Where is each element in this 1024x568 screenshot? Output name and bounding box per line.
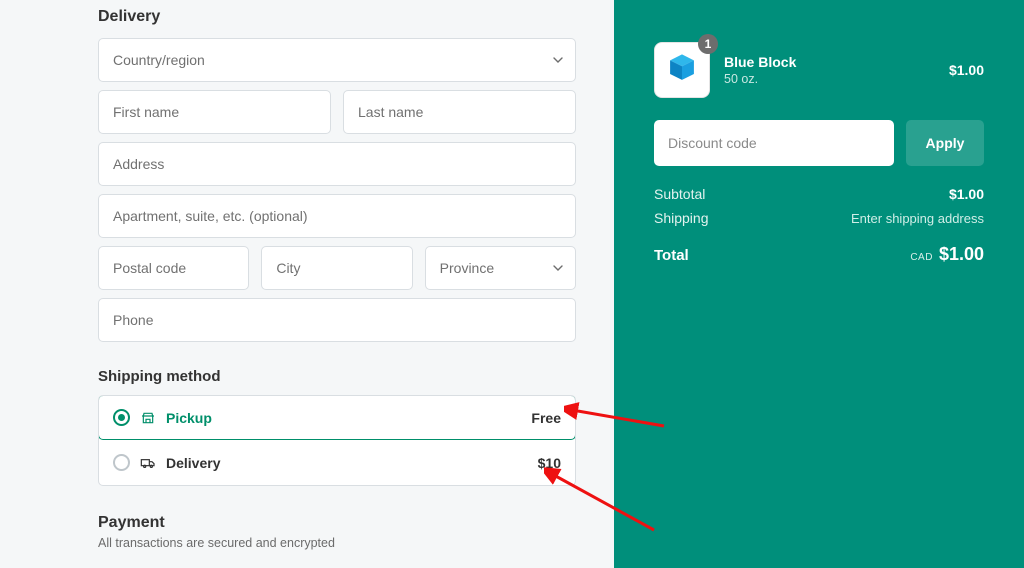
radio-on-icon <box>113 409 130 426</box>
postal-code-input[interactable] <box>98 246 249 290</box>
discount-code-input[interactable] <box>654 120 894 166</box>
total-label: Total <box>654 247 689 264</box>
truck-icon <box>140 455 156 471</box>
chevron-down-icon <box>553 263 563 273</box>
city-input[interactable] <box>261 246 412 290</box>
store-icon <box>140 410 156 426</box>
province-select[interactable]: Province <box>425 246 576 290</box>
address-input[interactable] <box>98 142 576 186</box>
qty-badge: 1 <box>698 34 718 54</box>
shipping-option-delivery[interactable]: Delivery $10 <box>99 440 575 485</box>
product-price: $1.00 <box>949 62 984 78</box>
cube-icon <box>665 51 699 90</box>
province-label: Province <box>440 260 494 276</box>
subtotal-value: $1.00 <box>949 186 984 202</box>
shipping-options: Pickup Free Delivery $10 <box>98 395 576 486</box>
country-label: Country/region <box>113 52 205 68</box>
payment-heading: Payment <box>98 514 576 532</box>
product-name: Blue Block <box>724 54 796 70</box>
shipping-option-label: Delivery <box>166 455 220 471</box>
delivery-heading: Delivery <box>98 8 576 26</box>
last-name-input[interactable] <box>343 90 576 134</box>
shipping-value: Enter shipping address <box>851 211 984 226</box>
shipping-option-label: Pickup <box>166 410 212 426</box>
first-name-input[interactable] <box>98 90 331 134</box>
phone-input[interactable] <box>98 298 576 342</box>
country-select[interactable]: Country/region <box>98 38 576 82</box>
chevron-down-icon <box>553 55 563 65</box>
total-currency: CAD <box>910 252 933 263</box>
shipping-label: Shipping <box>654 210 709 226</box>
total-amount: $1.00 <box>939 244 984 265</box>
radio-off-icon <box>113 454 130 471</box>
cart-product-row: 1 Blue Block 50 oz. $1.00 <box>654 42 984 98</box>
shipping-heading: Shipping method <box>98 368 576 385</box>
subtotal-label: Subtotal <box>654 186 705 202</box>
shipping-option-price: Free <box>531 410 561 426</box>
product-sub: 50 oz. <box>724 72 796 86</box>
shipping-option-price: $10 <box>538 455 561 471</box>
payment-subtext: All transactions are secured and encrypt… <box>98 536 576 550</box>
shipping-option-pickup[interactable]: Pickup Free <box>98 395 576 440</box>
apply-button[interactable]: Apply <box>906 120 984 166</box>
apartment-input[interactable] <box>98 194 576 238</box>
